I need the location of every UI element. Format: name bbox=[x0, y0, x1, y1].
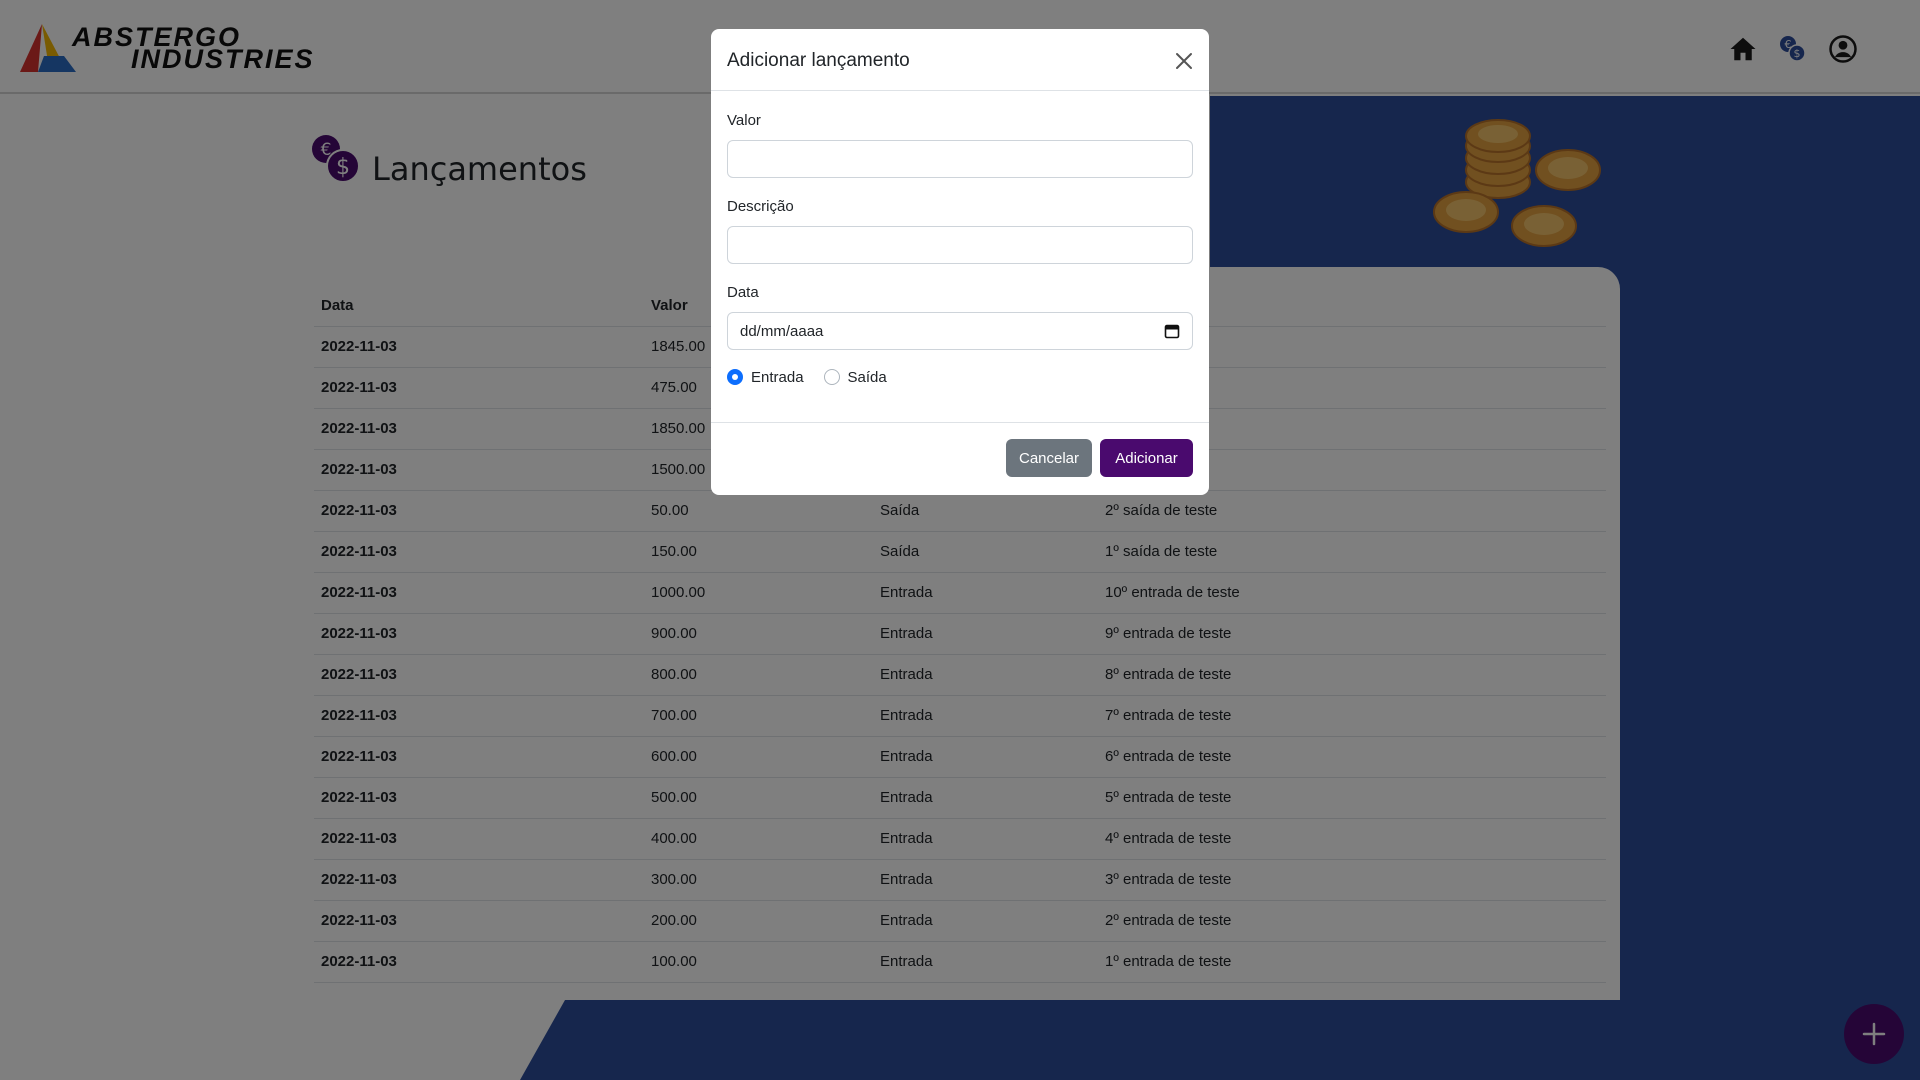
modal-header: Adicionar lançamento bbox=[711, 29, 1209, 91]
modal-title: Adicionar lançamento bbox=[727, 50, 910, 71]
modal-footer: Cancelar Adicionar bbox=[711, 422, 1209, 495]
radio-saida-control[interactable] bbox=[823, 369, 840, 385]
descricao-input[interactable] bbox=[727, 226, 1193, 264]
radio-saida[interactable]: Saída bbox=[823, 368, 887, 386]
valor-input[interactable] bbox=[727, 140, 1193, 178]
data-label: Data bbox=[727, 284, 759, 301]
descricao-label: Descrição bbox=[727, 198, 794, 215]
close-icon bbox=[1176, 53, 1192, 69]
date-input[interactable]: dd/mm/aaaa bbox=[727, 312, 1193, 350]
radio-entrada-control[interactable] bbox=[727, 369, 743, 385]
calendar-icon[interactable] bbox=[1164, 323, 1180, 339]
radio-entrada-label: Entrada bbox=[751, 368, 804, 386]
radio-entrada[interactable]: Entrada bbox=[727, 369, 804, 386]
radio-saida-label: Saída bbox=[847, 368, 887, 386]
close-button[interactable] bbox=[1173, 50, 1195, 72]
cancel-button[interactable]: Cancelar bbox=[1006, 439, 1092, 477]
date-placeholder: dd/mm/aaaa bbox=[740, 322, 824, 340]
add-button[interactable]: Adicionar bbox=[1100, 439, 1193, 477]
tipo-radio-group: Entrada Saída bbox=[727, 366, 907, 388]
add-transaction-modal: Adicionar lançamento Valor Descrição Dat… bbox=[711, 29, 1209, 495]
valor-label: Valor bbox=[727, 112, 761, 129]
